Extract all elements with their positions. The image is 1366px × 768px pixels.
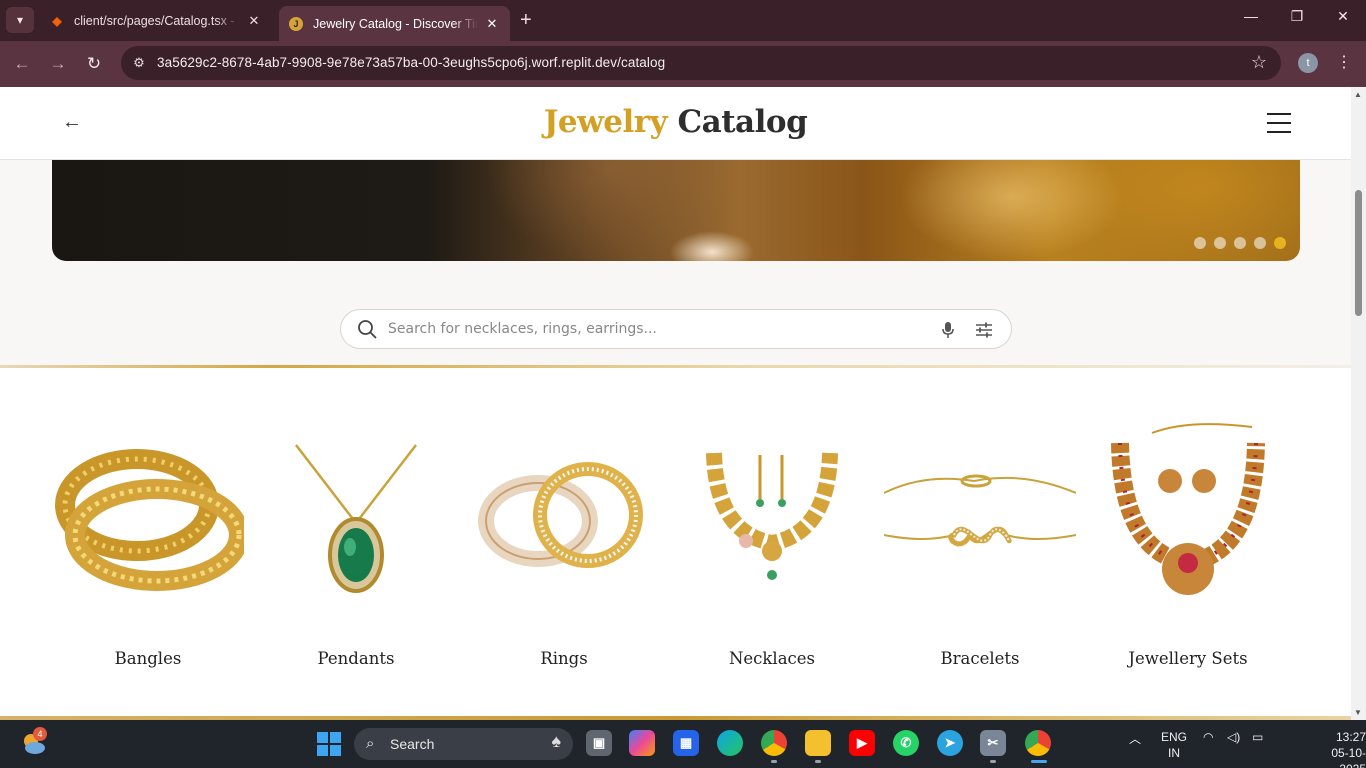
wifi-icon[interactable]: ◠ xyxy=(1203,730,1213,744)
windows-start-icon[interactable] xyxy=(317,732,341,756)
profile-avatar[interactable]: t xyxy=(1298,53,1318,73)
whatsapp-icon[interactable]: ✆ xyxy=(893,730,919,756)
close-icon[interactable]: ✕ xyxy=(246,13,262,29)
file-explorer-icon[interactable] xyxy=(805,730,831,756)
tab-jewelry-catalog[interactable]: J Jewelry Catalog - Discover Timeless ✕ xyxy=(279,6,510,41)
minimize-button[interactable]: — xyxy=(1236,8,1266,24)
search-highlight-icon: ♠ xyxy=(551,731,561,751)
carousel-dot-2[interactable] xyxy=(1214,237,1226,249)
browser-menu-icon[interactable]: ⋮ xyxy=(1336,52,1352,72)
carousel-dot-4[interactable] xyxy=(1254,237,1266,249)
category-label: Pendants xyxy=(317,649,395,668)
necklace-image xyxy=(676,423,868,613)
filter-sliders-icon[interactable] xyxy=(975,321,993,339)
taskbar-search-label: Search xyxy=(390,736,435,752)
tab-search-button[interactable]: ▾ xyxy=(6,7,34,33)
battery-icon[interactable]: ▭ xyxy=(1252,730,1263,744)
language-indicator[interactable]: ENG IN xyxy=(1161,729,1187,761)
clock-time: 13:27 xyxy=(1335,730,1366,744)
running-indicator xyxy=(815,760,821,763)
category-bracelets[interactable]: Bracelets xyxy=(884,423,1076,668)
category-bangles[interactable]: Bangles xyxy=(52,423,244,668)
chrome-profile-a-icon[interactable] xyxy=(761,730,787,756)
scroll-up-icon[interactable]: ▲ xyxy=(1354,90,1362,99)
telegram-icon[interactable]: ➤ xyxy=(937,730,963,756)
tab-title: client/src/pages/Catalog.tsx - Jewelry xyxy=(74,13,240,28)
site-info-icon[interactable]: ⚙ xyxy=(131,55,147,71)
tab-catalog-tsx[interactable]: ◆ client/src/pages/Catalog.tsx - Jewelry… xyxy=(40,6,272,35)
pendant-image xyxy=(260,423,452,613)
carousel-dot-3[interactable] xyxy=(1234,237,1246,249)
carousel-dots xyxy=(1194,237,1286,249)
bookmark-star-icon[interactable]: ☆ xyxy=(1251,52,1267,73)
page-viewport: ← Jewelry Catalog Search for necklaces, … xyxy=(0,87,1351,720)
clock[interactable]: 13:27 05-10-2025 xyxy=(1310,729,1366,768)
category-rings[interactable]: Rings xyxy=(468,423,660,668)
microphone-icon[interactable] xyxy=(941,321,955,339)
scrollbar-thumb[interactable] xyxy=(1355,190,1362,316)
youtube-icon[interactable]: ▶ xyxy=(849,730,875,756)
snipping-tool-icon[interactable]: ✂ xyxy=(980,730,1006,756)
running-indicator xyxy=(990,760,996,763)
bracelet-image xyxy=(884,423,1076,613)
reload-button[interactable]: ↻ xyxy=(82,52,106,76)
taskbar: 4 ⌕ Search ♠ ▣ ▦ ▶ ✆ ➤ ✂ ︿ ENG IN ◠ ◁) ▭… xyxy=(0,720,1366,768)
copilot-icon[interactable] xyxy=(629,730,655,756)
forward-button[interactable]: → xyxy=(46,52,70,76)
hamburger-menu-icon[interactable] xyxy=(1267,113,1291,133)
store-icon[interactable]: ▦ xyxy=(673,730,699,756)
task-view-icon[interactable]: ▣ xyxy=(586,730,612,756)
category-label: Bangles xyxy=(114,649,182,668)
brand-dark-word: Catalog xyxy=(677,104,808,140)
carousel-dot-1[interactable] xyxy=(1194,237,1206,249)
window-close-button[interactable]: ✕ xyxy=(1328,8,1358,25)
browser-toolbar: ← → ↻ ⚙ 3a5629c2-8678-4ab7-9908-9e78e73a… xyxy=(0,41,1366,87)
scroll-down-icon[interactable]: ▼ xyxy=(1354,708,1362,717)
site-header: ← Jewelry Catalog xyxy=(0,87,1351,160)
rings-image xyxy=(468,423,660,613)
edge-icon[interactable] xyxy=(717,730,743,756)
restore-button[interactable]: ❐ xyxy=(1282,8,1312,25)
tray-overflow-icon[interactable]: ︿ xyxy=(1129,730,1141,747)
search-icon xyxy=(358,320,377,339)
category-grid: Bangles Pendants Rings Necklaces Bracele… xyxy=(0,368,1351,720)
language-code: ENG xyxy=(1161,730,1188,744)
tab-title: Jewelry Catalog - Discover Timeless xyxy=(313,16,478,31)
category-label: Rings xyxy=(540,649,588,668)
category-label: Bracelets xyxy=(940,649,1020,668)
page-scrollbar[interactable]: ▲ ▼ xyxy=(1351,87,1366,720)
url-text[interactable]: 3a5629c2-8678-4ab7-9908-9e78e73a57ba-00-… xyxy=(157,55,665,70)
bangles-image xyxy=(52,423,244,613)
volume-icon[interactable]: ◁) xyxy=(1227,730,1240,744)
brand-gold-word: Jewelry xyxy=(543,104,668,140)
category-label: Jewellery Sets xyxy=(1128,649,1248,668)
browser-tabstrip: ▾ ◆ client/src/pages/Catalog.tsx - Jewel… xyxy=(0,0,1366,41)
region-code: IN xyxy=(1168,746,1180,760)
new-tab-button[interactable]: + xyxy=(520,9,532,31)
weather-badge: 4 xyxy=(33,727,47,741)
page-title: Jewelry Catalog xyxy=(0,104,1351,140)
running-indicator xyxy=(771,760,777,763)
category-label: Necklaces xyxy=(728,649,816,668)
replit-icon: ◆ xyxy=(52,13,62,28)
active-indicator xyxy=(1031,760,1047,763)
jewellery-set-image xyxy=(1092,423,1284,613)
search-icon: ⌕ xyxy=(366,735,375,752)
carousel-dot-5[interactable] xyxy=(1274,237,1286,249)
clock-date: 05-10-2025 xyxy=(1331,746,1366,768)
chrome-icon[interactable] xyxy=(1025,730,1051,756)
address-bar[interactable]: ⚙ 3a5629c2-8678-4ab7-9908-9e78e73a57ba-0… xyxy=(121,46,1281,80)
category-necklaces[interactable]: Necklaces xyxy=(676,423,868,668)
taskbar-search[interactable]: ⌕ Search ♠ xyxy=(354,728,573,760)
search-input[interactable] xyxy=(388,318,928,340)
category-pendants[interactable]: Pendants xyxy=(260,423,452,668)
back-button[interactable]: ← xyxy=(10,52,34,76)
search-bar xyxy=(340,309,1012,349)
close-icon[interactable]: ✕ xyxy=(484,16,500,32)
category-jewellery-sets[interactable]: Jewellery Sets xyxy=(1092,423,1284,668)
jewelry-favicon-icon: J xyxy=(289,16,303,31)
